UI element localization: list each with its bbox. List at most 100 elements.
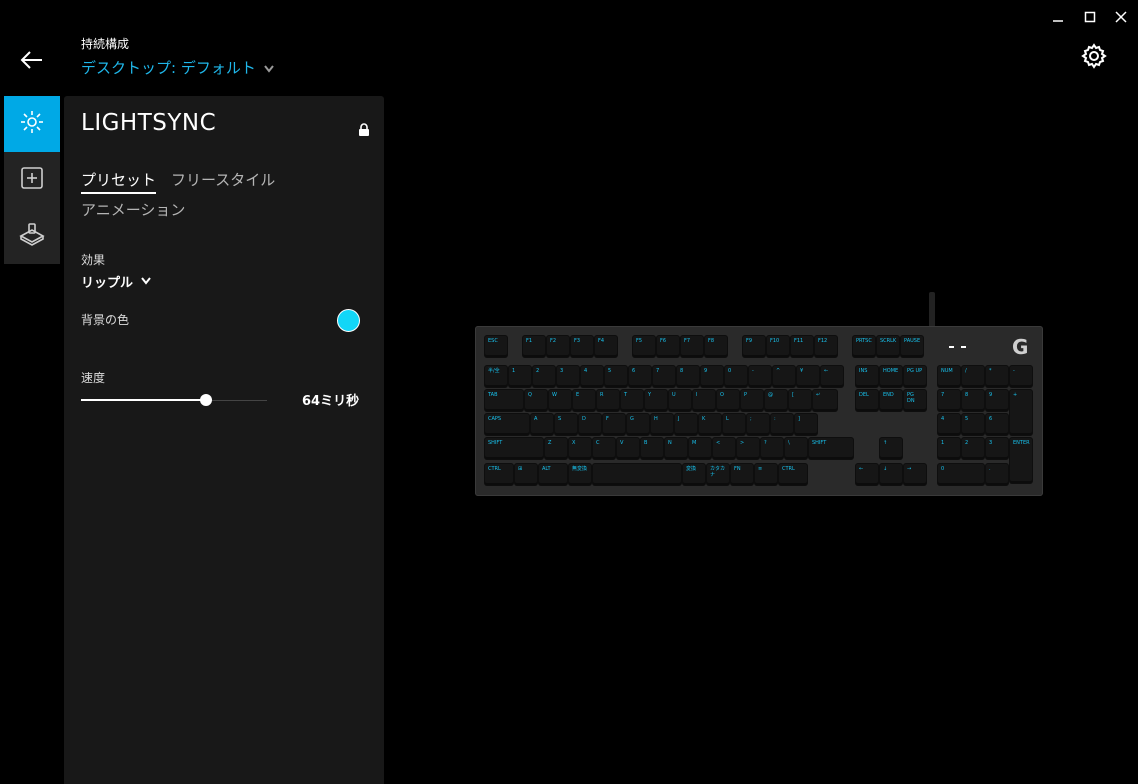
keyboard-key[interactable]: DEL bbox=[856, 390, 878, 411]
keyboard-key[interactable]: INS bbox=[856, 366, 878, 387]
keyboard-key[interactable]: : bbox=[771, 414, 793, 435]
keyboard-key[interactable]: > bbox=[737, 438, 759, 459]
keyboard-key[interactable]: PG UP bbox=[904, 366, 926, 387]
keyboard-key[interactable]: Z bbox=[545, 438, 567, 459]
tab-preset[interactable]: プリセット bbox=[81, 169, 157, 194]
tab-animation[interactable]: アニメーション bbox=[81, 199, 185, 220]
keyboard-key[interactable]: V bbox=[617, 438, 639, 459]
nav-assignments[interactable] bbox=[4, 152, 60, 208]
keyboard-key[interactable]: CTRL bbox=[779, 464, 807, 485]
maximize-icon[interactable] bbox=[1081, 8, 1099, 26]
keyboard-key[interactable]: ^ bbox=[773, 366, 795, 387]
keyboard-key[interactable]: 1 bbox=[509, 366, 531, 387]
keyboard-key[interactable]: 3 bbox=[557, 366, 579, 387]
keyboard-key[interactable]: END bbox=[880, 390, 902, 411]
keyboard-key[interactable]: F2 bbox=[547, 336, 569, 357]
keyboard-key[interactable]: 7 bbox=[653, 366, 675, 387]
keyboard-key[interactable]: HOME bbox=[880, 366, 902, 387]
minimize-icon[interactable] bbox=[1049, 8, 1067, 26]
keyboard-key[interactable]: 4 bbox=[938, 414, 960, 435]
keyboard-key[interactable]: - bbox=[1010, 366, 1032, 387]
keyboard-key[interactable]: 半/全 bbox=[485, 366, 507, 387]
keyboard-key[interactable]: \ bbox=[785, 438, 807, 459]
keyboard-key[interactable]: A bbox=[531, 414, 553, 435]
keyboard-key[interactable]: F8 bbox=[705, 336, 727, 357]
keyboard-key[interactable]: ↑ bbox=[880, 438, 902, 459]
keyboard-key[interactable] bbox=[593, 464, 681, 485]
nav-lightsync[interactable] bbox=[4, 96, 60, 152]
keyboard-key[interactable]: NUM bbox=[938, 366, 960, 387]
keyboard-key[interactable]: 5 bbox=[605, 366, 627, 387]
keyboard-key[interactable]: . bbox=[986, 464, 1008, 485]
keyboard-key[interactable]: F9 bbox=[743, 336, 765, 357]
keyboard-key[interactable]: F1 bbox=[523, 336, 545, 357]
keyboard-key[interactable]: ≡ bbox=[755, 464, 777, 485]
keyboard-key[interactable]: 3 bbox=[986, 438, 1008, 459]
keyboard-key[interactable]: ; bbox=[747, 414, 769, 435]
keyboard-key[interactable]: ↵ bbox=[813, 390, 837, 411]
keyboard-key[interactable]: @ bbox=[765, 390, 787, 411]
keyboard-key[interactable]: F6 bbox=[657, 336, 679, 357]
keyboard-key[interactable]: 6 bbox=[986, 414, 1008, 435]
keyboard-key[interactable]: 6 bbox=[629, 366, 651, 387]
effect-dropdown[interactable]: リップル bbox=[81, 272, 151, 291]
keyboard-key[interactable]: SCRLK bbox=[877, 336, 899, 357]
keyboard-key[interactable]: J bbox=[675, 414, 697, 435]
keyboard-key[interactable]: S bbox=[555, 414, 577, 435]
keyboard-key[interactable]: PG DN bbox=[904, 390, 926, 411]
keyboard-key[interactable]: カタカナ bbox=[707, 464, 729, 485]
keyboard-key[interactable]: 8 bbox=[677, 366, 699, 387]
keyboard-key[interactable]: Q bbox=[525, 390, 547, 411]
keyboard-key[interactable]: F11 bbox=[791, 336, 813, 357]
gear-icon[interactable] bbox=[1081, 43, 1107, 69]
keyboard-key[interactable]: F4 bbox=[595, 336, 617, 357]
keyboard-key[interactable]: 0 bbox=[725, 366, 747, 387]
keyboard-key[interactable]: ⊞ bbox=[515, 464, 537, 485]
keyboard-key[interactable]: F3 bbox=[571, 336, 593, 357]
keyboard-key[interactable]: ← bbox=[821, 366, 843, 387]
keyboard-key[interactable]: PAUSE bbox=[901, 336, 923, 357]
keyboard-key[interactable]: 4 bbox=[581, 366, 603, 387]
keyboard-key[interactable]: ↓ bbox=[880, 464, 902, 485]
profile-dropdown[interactable]: デスクトップ: デフォルト bbox=[81, 57, 274, 78]
keyboard-key[interactable]: ? bbox=[761, 438, 783, 459]
keyboard-key[interactable]: H bbox=[651, 414, 673, 435]
keyboard-key[interactable]: CTRL bbox=[485, 464, 513, 485]
keyboard-key[interactable]: 5 bbox=[962, 414, 984, 435]
keyboard-key[interactable]: B bbox=[641, 438, 663, 459]
keyboard-key[interactable]: < bbox=[713, 438, 735, 459]
keyboard-key[interactable]: 0 bbox=[938, 464, 984, 485]
keyboard-key[interactable]: W bbox=[549, 390, 571, 411]
keyboard-key[interactable]: ← bbox=[856, 464, 878, 485]
keyboard-key[interactable]: 9 bbox=[986, 390, 1008, 411]
background-color-swatch[interactable] bbox=[337, 309, 360, 332]
keyboard-key[interactable]: 8 bbox=[962, 390, 984, 411]
keyboard-key[interactable]: F10 bbox=[767, 336, 789, 357]
keyboard-key[interactable]: Y bbox=[645, 390, 667, 411]
keyboard-key[interactable]: P bbox=[741, 390, 763, 411]
keyboard-key[interactable]: ALT bbox=[539, 464, 567, 485]
keyboard-key[interactable]: D bbox=[579, 414, 601, 435]
keyboard-key[interactable]: X bbox=[569, 438, 591, 459]
keyboard-key[interactable]: SHIFT bbox=[485, 438, 543, 459]
keyboard-key[interactable]: → bbox=[904, 464, 926, 485]
keyboard-key[interactable]: PRTSC bbox=[853, 336, 875, 357]
close-icon[interactable] bbox=[1112, 8, 1130, 26]
keyboard-key[interactable]: T bbox=[621, 390, 643, 411]
keyboard-key[interactable]: 無変換 bbox=[569, 464, 591, 485]
keyboard-key[interactable]: 9 bbox=[701, 366, 723, 387]
keyboard-key[interactable]: 7 bbox=[938, 390, 960, 411]
keyboard-key[interactable]: F7 bbox=[681, 336, 703, 357]
keyboard-key[interactable]: [ bbox=[789, 390, 811, 411]
keyboard-key[interactable]: 1 bbox=[938, 438, 960, 459]
keyboard-key[interactable]: U bbox=[669, 390, 691, 411]
keyboard-key[interactable]: C bbox=[593, 438, 615, 459]
keyboard-key[interactable]: E bbox=[573, 390, 595, 411]
keyboard-key[interactable]: ENTER bbox=[1010, 438, 1032, 483]
tab-freestyle[interactable]: フリースタイル bbox=[171, 169, 275, 190]
keyboard-key[interactable]: R bbox=[597, 390, 619, 411]
keyboard-key[interactable]: G bbox=[627, 414, 649, 435]
keyboard-key[interactable]: TAB bbox=[485, 390, 523, 411]
back-arrow-icon[interactable] bbox=[18, 48, 46, 72]
keyboard-key[interactable]: F5 bbox=[633, 336, 655, 357]
